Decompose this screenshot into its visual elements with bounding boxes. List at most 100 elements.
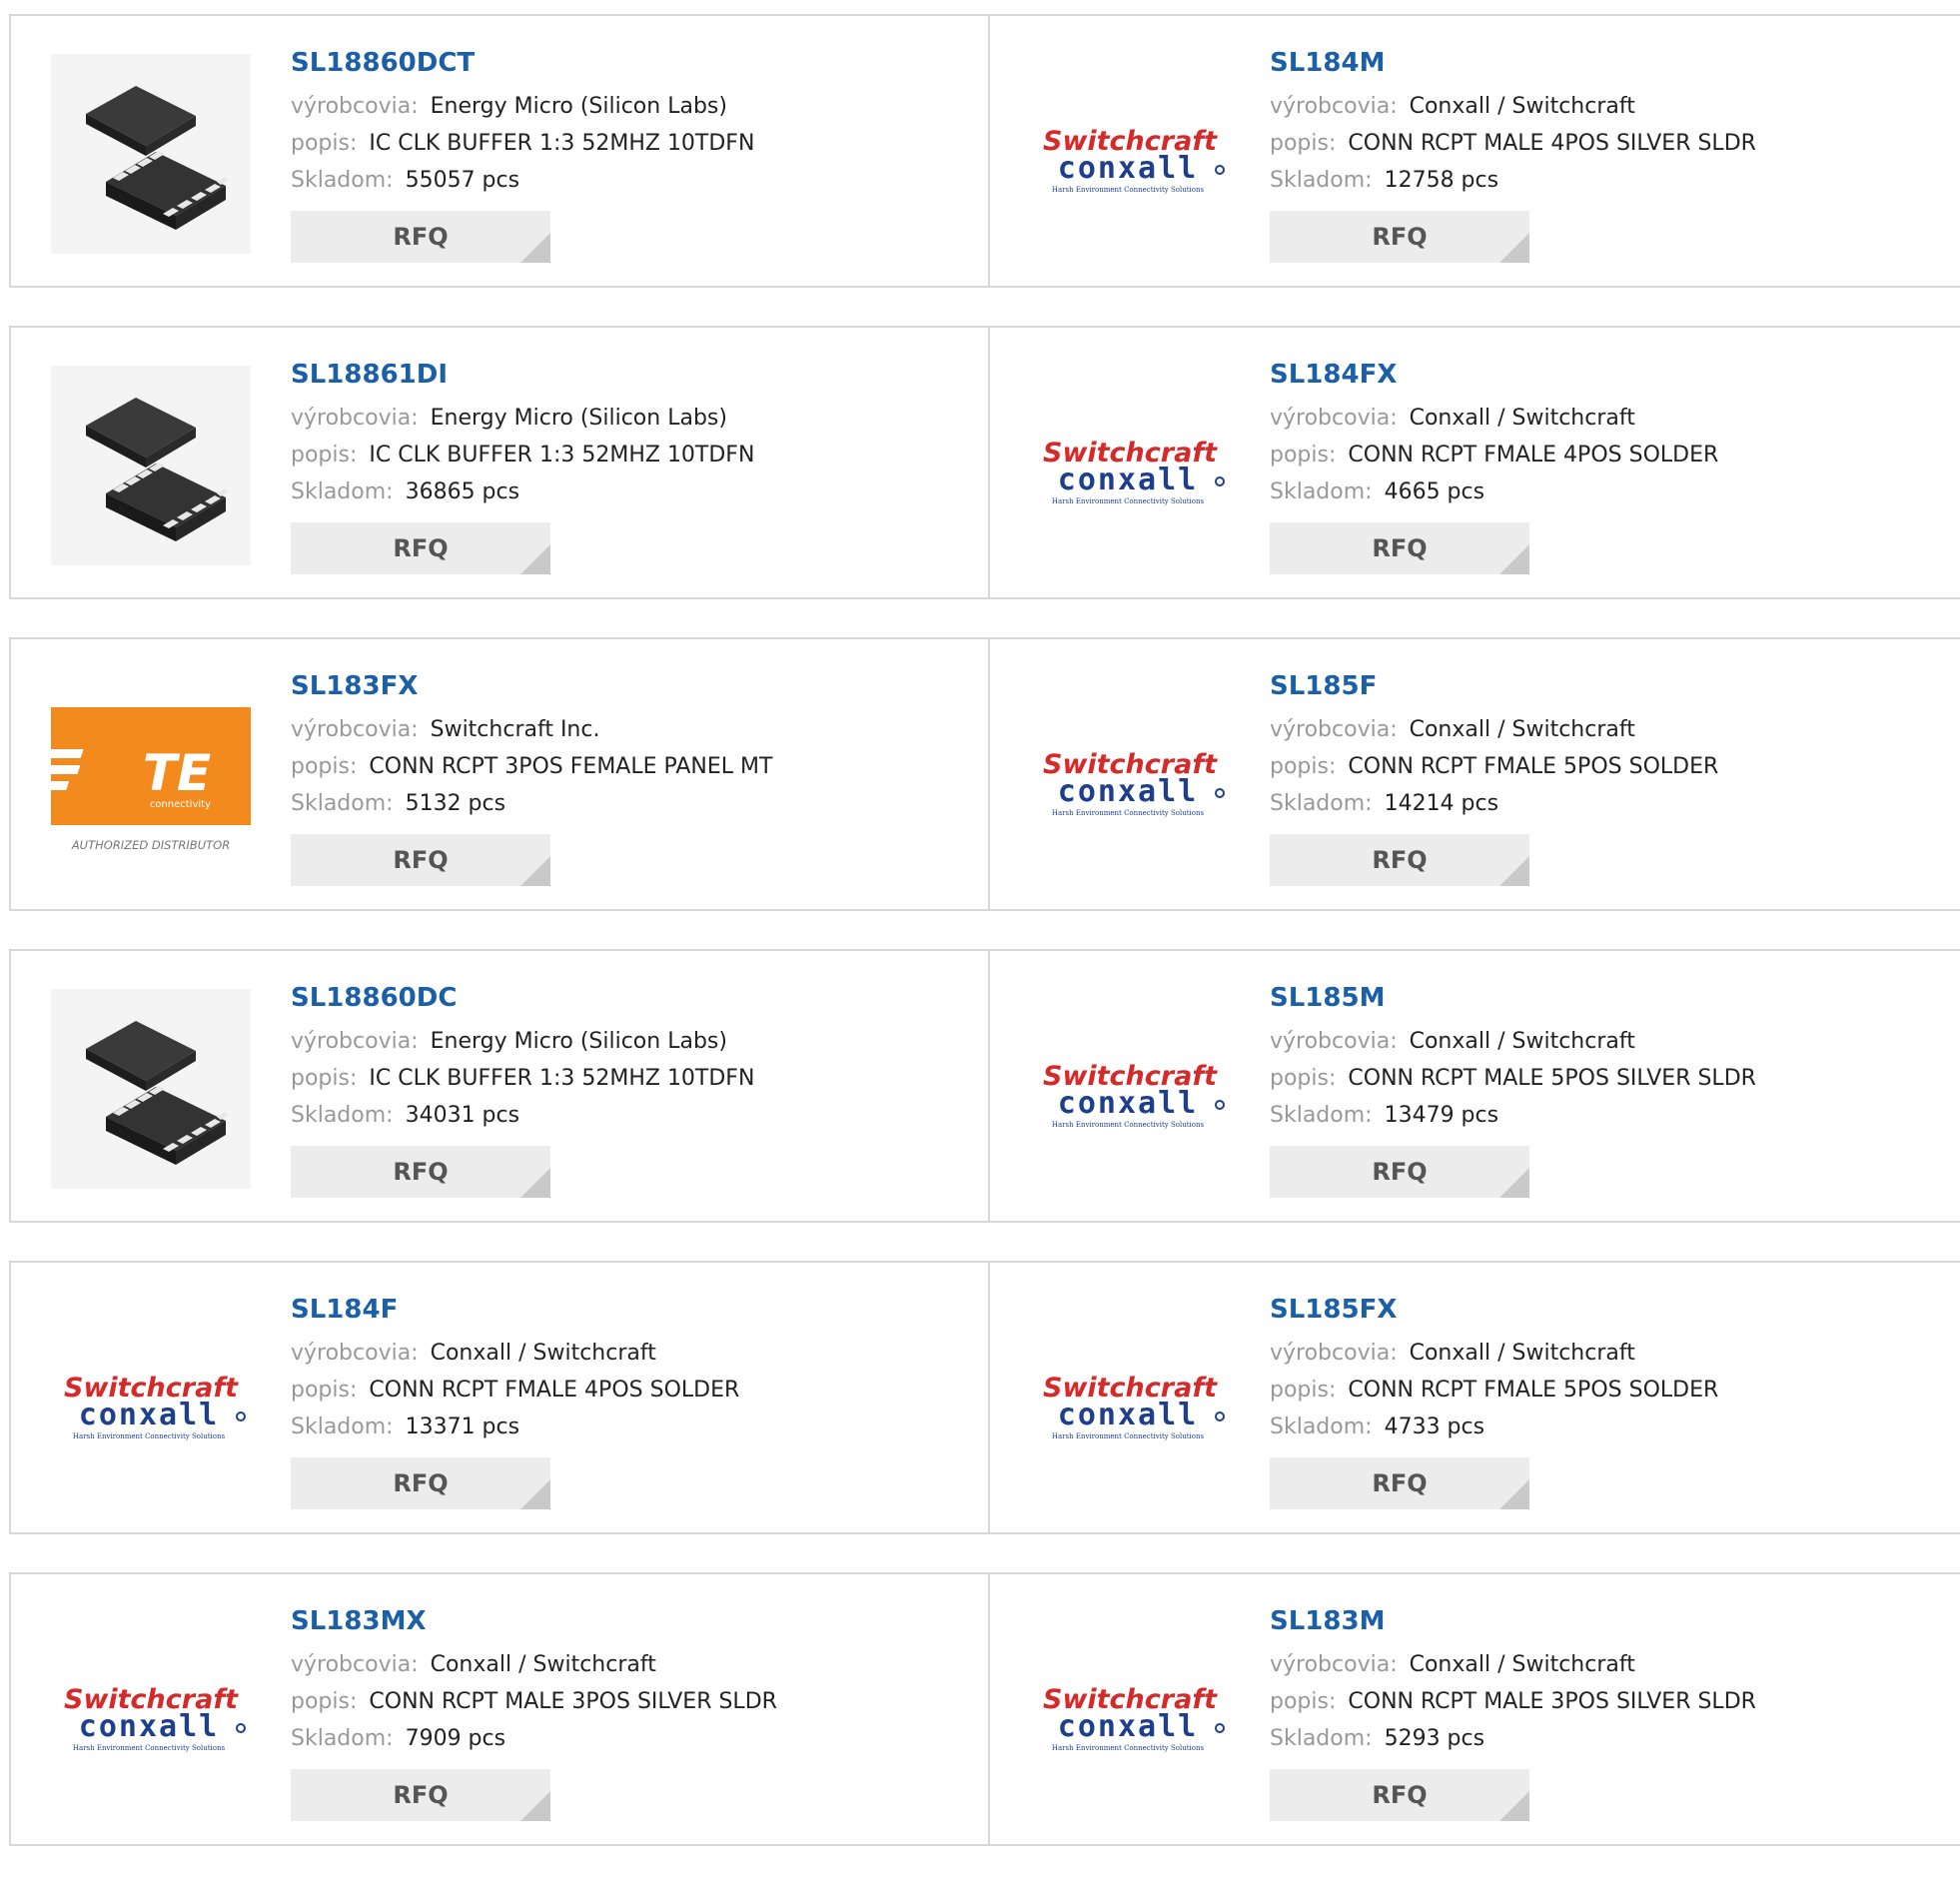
product-info: SL183M výrobcovia: Conxall / Switchcraft po…: [1270, 1604, 1756, 1821]
stock: Skladom: 34031 pcs: [291, 1097, 754, 1134]
manufacturer-logo[interactable]: Switchcraft conxall Harsh Environment Co…: [1030, 366, 1230, 565]
stock-value: 7909 pcs: [405, 1726, 506, 1751]
rfq-button[interactable]: RFQ: [1270, 1146, 1529, 1198]
stock: Skladom: 7909 pcs: [291, 1720, 777, 1757]
description: popis: CONN RCPT FMALE 4POS SOLDER: [1270, 437, 1718, 473]
description-value: CONN RCPT MALE 3POS SILVER SLDR: [369, 1689, 777, 1714]
part-number-link[interactable]: SL184FX: [1270, 358, 1718, 392]
stock-value: 13371 pcs: [405, 1414, 520, 1439]
stock-label: Skladom:: [1270, 1103, 1373, 1128]
rfq-button[interactable]: RFQ: [1270, 834, 1529, 886]
rfq-button[interactable]: RFQ: [291, 1769, 550, 1821]
description-value: CONN RCPT FMALE 4POS SOLDER: [1348, 443, 1719, 468]
rfq-button[interactable]: RFQ: [291, 1146, 550, 1198]
manufacturer: výrobcovia: Conxall / Switchcraft: [291, 1335, 739, 1372]
part-number-link[interactable]: SL183M: [1270, 1604, 1756, 1638]
product-card: Switchcraft conxall Harsh Environment Co…: [990, 16, 1960, 286]
svg-text:Harsh Environment Connectivity: Harsh Environment Connectivity Solutions: [1052, 809, 1205, 817]
product-info: SL185M výrobcovia: Conxall / Switchcraft po…: [1270, 981, 1756, 1198]
stock-label: Skladom:: [291, 479, 394, 504]
manufacturer-logo[interactable]: Switchcraft conxall Harsh Environment Co…: [1030, 989, 1230, 1189]
description: popis: CONN RCPT MALE 3POS SILVER SLDR: [1270, 1683, 1756, 1720]
rfq-button[interactable]: RFQ: [1270, 211, 1529, 263]
rfq-button[interactable]: RFQ: [1270, 522, 1529, 574]
rfq-label: RFQ: [393, 1781, 449, 1809]
manufacturer-label: výrobcovia:: [1270, 1652, 1398, 1677]
corner-triangle-icon: [520, 544, 550, 574]
description-value: CONN RCPT MALE 5POS SILVER SLDR: [1348, 1066, 1756, 1091]
logo-text: conxall: [1058, 1709, 1198, 1744]
product-image[interactable]: [51, 54, 251, 254]
stock-value: 34031 pcs: [405, 1103, 520, 1128]
manufacturer-logo[interactable]: Switchcraft conxall Harsh Environment Co…: [1030, 1301, 1230, 1500]
description-label: popis:: [1270, 1066, 1337, 1091]
manufacturer: výrobcovia: Energy Micro (Silicon Labs): [291, 1023, 754, 1060]
manufacturer-logo[interactable]: Switchcraft conxall Harsh Environment Co…: [1030, 1612, 1230, 1812]
manufacturer-value: Energy Micro (Silicon Labs): [430, 1029, 727, 1054]
product-image[interactable]: [51, 989, 251, 1189]
manufacturer-logo[interactable]: TE connectivity AUTHORIZED DISTRIBUTOR: [51, 677, 251, 877]
svg-text:Harsh Environment Connectivity: Harsh Environment Connectivity Solutions: [1052, 1744, 1205, 1752]
part-number-link[interactable]: SL18861DI: [291, 358, 754, 392]
corner-triangle-icon: [1499, 1791, 1529, 1821]
rfq-button[interactable]: RFQ: [291, 522, 550, 574]
stock: Skladom: 12758 pcs: [1270, 162, 1756, 199]
stock-label: Skladom:: [291, 1103, 394, 1128]
manufacturer-logo[interactable]: Switchcraft conxall Harsh Environment Co…: [1030, 677, 1230, 877]
part-number-link[interactable]: SL18860DC: [291, 981, 754, 1015]
rfq-label: RFQ: [1372, 1469, 1428, 1497]
product-info: SL184FX výrobcovia: Conxall / Switchcraft p…: [1270, 358, 1718, 574]
logo-caption: AUTHORIZED DISTRIBUTOR: [71, 838, 230, 852]
manufacturer-logo[interactable]: Switchcraft conxall Harsh Environment Co…: [51, 1612, 251, 1812]
part-number-link[interactable]: SL185M: [1270, 981, 1756, 1015]
manufacturer-value: Energy Micro (Silicon Labs): [430, 94, 727, 119]
rfq-label: RFQ: [1372, 846, 1428, 874]
svg-text:Harsh Environment Connectivity: Harsh Environment Connectivity Solutions: [1052, 1121, 1205, 1129]
product-info: SL185FX výrobcovia: Conxall / Switchcraft p…: [1270, 1293, 1718, 1509]
stock-value: 14214 pcs: [1384, 791, 1499, 816]
description-label: popis:: [291, 754, 358, 779]
description-value: IC CLK BUFFER 1:3 52MHZ 10TDFN: [369, 131, 755, 156]
rfq-label: RFQ: [1372, 1781, 1428, 1809]
logo-text: conxall: [79, 1709, 219, 1744]
svg-text:Harsh Environment Connectivity: Harsh Environment Connectivity Solutions: [73, 1432, 226, 1440]
rfq-button[interactable]: RFQ: [291, 834, 550, 886]
rfq-label: RFQ: [393, 534, 449, 562]
rfq-button[interactable]: RFQ: [1270, 1769, 1529, 1821]
part-number-link[interactable]: SL184M: [1270, 46, 1756, 80]
rfq-label: RFQ: [393, 223, 449, 251]
rfq-button[interactable]: RFQ: [291, 1457, 550, 1509]
part-number-link[interactable]: SL184F: [291, 1293, 739, 1327]
part-number-link[interactable]: SL18860DCT: [291, 46, 754, 80]
manufacturer-value: Conxall / Switchcraft: [1409, 1341, 1635, 1366]
product-info: SL18860DCT výrobcovia: Energy Micro (Silic…: [291, 46, 754, 263]
description-label: popis:: [1270, 1689, 1337, 1714]
manufacturer-logo[interactable]: Switchcraft conxall Harsh Environment Co…: [51, 1301, 251, 1500]
description: popis: IC CLK BUFFER 1:3 52MHZ 10TDFN: [291, 437, 754, 473]
svg-text:Harsh Environment Connectivity: Harsh Environment Connectivity Solutions: [1052, 1432, 1205, 1440]
description-label: popis:: [291, 443, 358, 468]
part-number-link[interactable]: SL183MX: [291, 1604, 777, 1638]
product-card: Switchcraft conxall Harsh Environment Co…: [11, 1574, 990, 1844]
stock: Skladom: 13371 pcs: [291, 1409, 739, 1445]
manufacturer-logo[interactable]: Switchcraft conxall Harsh Environment Co…: [1030, 54, 1230, 254]
rfq-button[interactable]: RFQ: [291, 211, 550, 263]
rfq-label: RFQ: [393, 1469, 449, 1497]
rfq-label: RFQ: [393, 1158, 449, 1186]
part-number-link[interactable]: SL185F: [1270, 669, 1718, 703]
stock-value: 4733 pcs: [1384, 1414, 1485, 1439]
logo-text: conxall: [1058, 463, 1198, 497]
description-label: popis:: [291, 131, 358, 156]
rfq-label: RFQ: [1372, 223, 1428, 251]
part-number-link[interactable]: SL183FX: [291, 669, 772, 703]
description-label: popis:: [291, 1066, 358, 1091]
part-number-link[interactable]: SL185FX: [1270, 1293, 1718, 1327]
description-label: popis:: [1270, 131, 1337, 156]
manufacturer: výrobcovia: Switchcraft Inc.: [291, 711, 772, 748]
rfq-button[interactable]: RFQ: [1270, 1457, 1529, 1509]
stock: Skladom: 14214 pcs: [1270, 785, 1718, 822]
product-image[interactable]: [51, 366, 251, 565]
stock-label: Skladom:: [291, 1726, 394, 1751]
manufacturer: výrobcovia: Conxall / Switchcraft: [1270, 88, 1756, 125]
product-info: SL185F výrobcovia: Conxall / Switchcraft po…: [1270, 669, 1718, 886]
